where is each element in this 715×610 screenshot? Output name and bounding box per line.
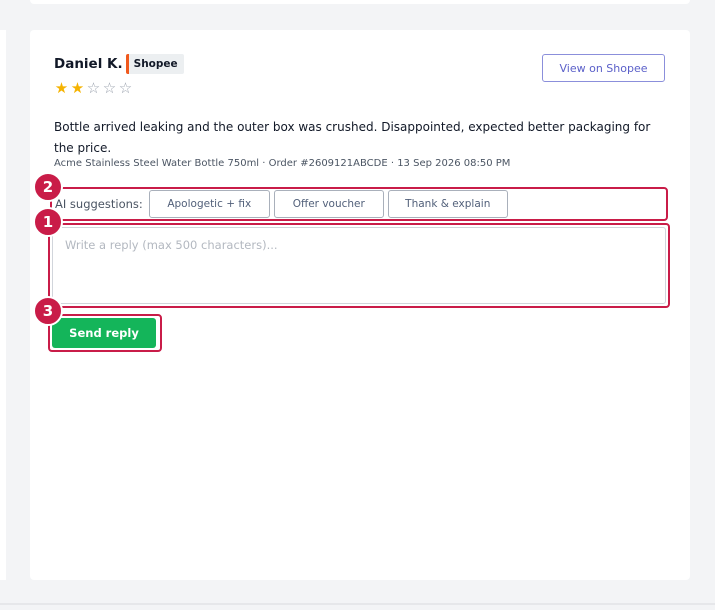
- view-on-platform-button[interactable]: View on Shopee: [542, 54, 665, 82]
- bottom-divider: [0, 603, 715, 605]
- reviewer-row: Daniel K. Shopee: [54, 54, 184, 74]
- suggestion-chip-apologetic[interactable]: Apologetic + fix: [148, 190, 270, 218]
- review-card: Daniel K. Shopee ★ ★ ☆ ☆ ☆ View on Shope…: [30, 30, 690, 580]
- ai-suggestions-label: AI suggestions:: [55, 197, 143, 211]
- star-rating: ★ ★ ☆ ☆ ☆: [54, 79, 133, 97]
- star-icon: ★: [54, 79, 69, 97]
- left-panel-edge: [0, 30, 6, 580]
- reviewer-name: Daniel K.: [54, 56, 123, 72]
- suggestion-chip-voucher[interactable]: Offer voucher: [273, 190, 384, 218]
- star-icon: ☆: [102, 79, 117, 97]
- star-icon: ☆: [118, 79, 133, 97]
- reply-input[interactable]: [52, 227, 666, 304]
- review-text: Bottle arrived leaking and the outer box…: [54, 120, 651, 155]
- star-icon: ☆: [86, 79, 101, 97]
- platform-badge-label: Shopee: [133, 58, 178, 70]
- star-icon: ★: [70, 79, 85, 97]
- step-marker-3: 3: [33, 296, 63, 326]
- platform-badge: Shopee: [125, 54, 184, 74]
- review-meta: Acme Stainless Steel Water Bottle 750ml …: [54, 158, 511, 169]
- send-reply-button[interactable]: Send reply: [52, 318, 156, 348]
- step-marker-1: 1: [33, 207, 63, 237]
- reply-box-highlight: [48, 223, 670, 308]
- send-button-highlight: Send reply: [48, 314, 162, 352]
- step-marker-2: 2: [33, 172, 63, 202]
- suggestion-chip-thank[interactable]: Thank & explain: [387, 190, 508, 218]
- ai-suggestions-row: AI suggestions: Apologetic + fix Offer v…: [50, 187, 668, 221]
- previous-review-card: [30, 0, 690, 4]
